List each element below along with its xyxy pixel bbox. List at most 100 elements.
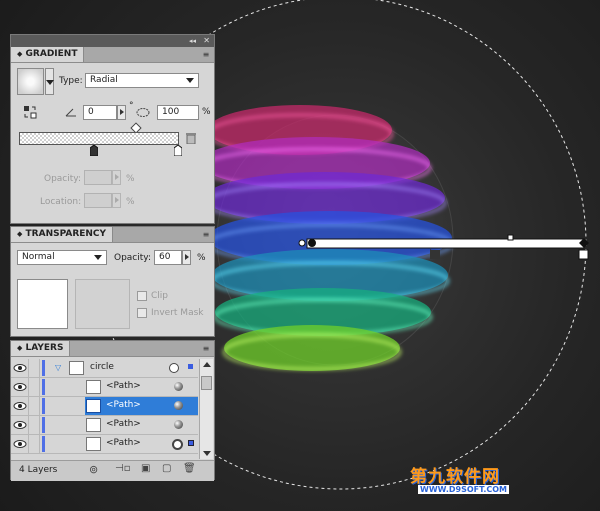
layer-row[interactable]: ▽ circle (11, 359, 198, 378)
stop-location-input[interactable] (84, 193, 112, 208)
tab-gradient[interactable]: ◆ GRADIENT (11, 47, 85, 62)
visibility-eye-icon[interactable] (13, 381, 27, 393)
layer-name: circle (90, 362, 114, 372)
path-name: <Path> (106, 400, 141, 410)
stop-opacity-input[interactable] (84, 170, 112, 185)
type-select[interactable]: Radial (85, 73, 199, 88)
gradient-panel-arrow-icon: ◆ (17, 50, 23, 58)
angle-dropdown-button[interactable] (117, 105, 126, 120)
visibility-eye-icon[interactable] (13, 419, 27, 431)
scroll-thumb[interactable] (201, 376, 212, 390)
angle-input[interactable]: 0 (83, 105, 117, 120)
transparency-panel-arrow-icon: ◆ (17, 230, 23, 238)
transparency-opacity-value: 60 (159, 252, 171, 262)
path-thumbnail (86, 399, 101, 413)
new-sublayer-icon[interactable]: ▣ (141, 463, 150, 474)
layers-list: ▽ circle <Path> <Path> <Path> <Path> (11, 359, 198, 459)
path-thumbnail (86, 437, 101, 451)
layers-scrollbar[interactable] (199, 359, 213, 459)
layer-row[interactable]: <Path> (11, 416, 198, 435)
transparency-opacity-unit: % (197, 253, 206, 263)
blend-mode-select[interactable]: Normal (17, 250, 107, 265)
watermark-brand: 第九软件网 (410, 467, 500, 487)
scroll-up-arrow[interactable] (203, 362, 211, 367)
gradient-swatch[interactable] (17, 68, 44, 95)
angle-unit: ° (129, 101, 134, 111)
aspect-ratio-value: 100 (162, 107, 180, 117)
chevron-down-icon (94, 255, 102, 260)
visibility-eye-icon[interactable] (13, 362, 27, 374)
trash-icon[interactable]: 🗑 (183, 463, 196, 474)
tab-layers[interactable]: ◆ LAYERS (11, 341, 71, 356)
swatch-dropdown[interactable] (45, 68, 54, 95)
expand-triangle-icon[interactable]: ▽ (55, 363, 61, 372)
target-icon[interactable] (174, 382, 183, 391)
lock-toggle[interactable] (28, 397, 40, 415)
layer-thumbnail (69, 361, 84, 375)
make-clipping-mask-icon[interactable]: ⊣▫ (115, 463, 131, 474)
gradient-stop-right[interactable] (173, 144, 183, 157)
chevron-down-icon (186, 78, 194, 83)
target-icon[interactable] (174, 401, 183, 410)
path-thumbnail (86, 418, 101, 432)
mask-thumbnail[interactable] (75, 279, 130, 329)
reverse-gradient-icon[interactable] (23, 105, 37, 119)
layers-tab-bar: ◆ LAYERS ≡ (11, 341, 214, 357)
layer-color-bar (42, 360, 45, 376)
transparency-panel: ◆ TRANSPARENCY ≡ Normal Opacity: 60 % Cl… (10, 226, 215, 337)
layer-row[interactable]: <Path> (11, 435, 198, 454)
transparency-opacity-input[interactable]: 60 (154, 250, 182, 265)
panel-menu-icon[interactable]: ≡ (201, 344, 211, 353)
collapse-icon[interactable]: ◂◂ (189, 35, 196, 47)
layer-color-bar (42, 398, 45, 414)
panel-menu-icon[interactable]: ≡ (201, 50, 211, 59)
clip-checkbox[interactable] (137, 291, 147, 301)
aspect-ratio-icon (136, 106, 150, 119)
new-layer-icon[interactable]: ▢ (162, 463, 171, 474)
visibility-eye-icon[interactable] (13, 400, 27, 412)
gradient-midpoint-square[interactable] (507, 234, 514, 241)
selection-indicator[interactable] (188, 440, 194, 446)
gradient-origin-handle[interactable] (298, 239, 306, 247)
transparency-opacity-dropdown[interactable] (182, 250, 191, 265)
object-thumbnail[interactable] (17, 279, 68, 329)
type-select-value: Radial (90, 75, 118, 85)
layer-row[interactable]: <Path> (11, 397, 198, 416)
close-icon[interactable]: ✕ (203, 35, 210, 47)
watermark: 第九软件网 WWW.D9SOFT.COM (405, 462, 595, 506)
layer-color-bar (42, 436, 45, 452)
tab-transparency[interactable]: ◆ TRANSPARENCY (11, 227, 114, 242)
lock-toggle[interactable] (28, 416, 40, 434)
gradient-center-point[interactable] (308, 239, 316, 247)
visibility-eye-icon[interactable] (13, 438, 27, 450)
gradient-stop-left[interactable] (89, 144, 99, 157)
stop-location-dropdown[interactable] (112, 193, 121, 208)
aspect-ratio-input[interactable]: 100 (157, 105, 199, 120)
layer-row[interactable]: <Path> (11, 378, 198, 397)
invert-mask-label: Invert Mask (151, 308, 204, 318)
target-icon[interactable] (169, 363, 179, 373)
opacity-label: Opacity: (44, 174, 81, 184)
location-label: Location: (40, 197, 82, 207)
scroll-down-arrow[interactable] (203, 451, 211, 456)
panel-menu-icon[interactable]: ≡ (201, 230, 211, 239)
angle-value: 0 (88, 107, 94, 117)
lock-toggle[interactable] (28, 359, 40, 377)
target-icon[interactable] (174, 420, 183, 429)
aspect-ratio-unit: % (202, 107, 211, 117)
locate-object-icon[interactable]: ⊚ (89, 463, 98, 476)
target-icon[interactable] (172, 439, 183, 450)
chevron-down-icon (46, 80, 54, 85)
layer-color-bar (42, 417, 45, 433)
delete-stop-icon[interactable] (186, 132, 196, 145)
lock-toggle[interactable] (28, 435, 40, 453)
gradient-slider[interactable] (19, 132, 179, 145)
stop-opacity-dropdown[interactable] (112, 170, 121, 185)
path-name: <Path> (106, 419, 141, 429)
blend-mode-value: Normal (22, 252, 55, 262)
selection-indicator[interactable] (188, 364, 193, 369)
invert-mask-checkbox[interactable] (137, 308, 147, 318)
lock-toggle[interactable] (28, 378, 40, 396)
opacity-unit: % (126, 174, 135, 184)
path-name: <Path> (106, 381, 141, 391)
